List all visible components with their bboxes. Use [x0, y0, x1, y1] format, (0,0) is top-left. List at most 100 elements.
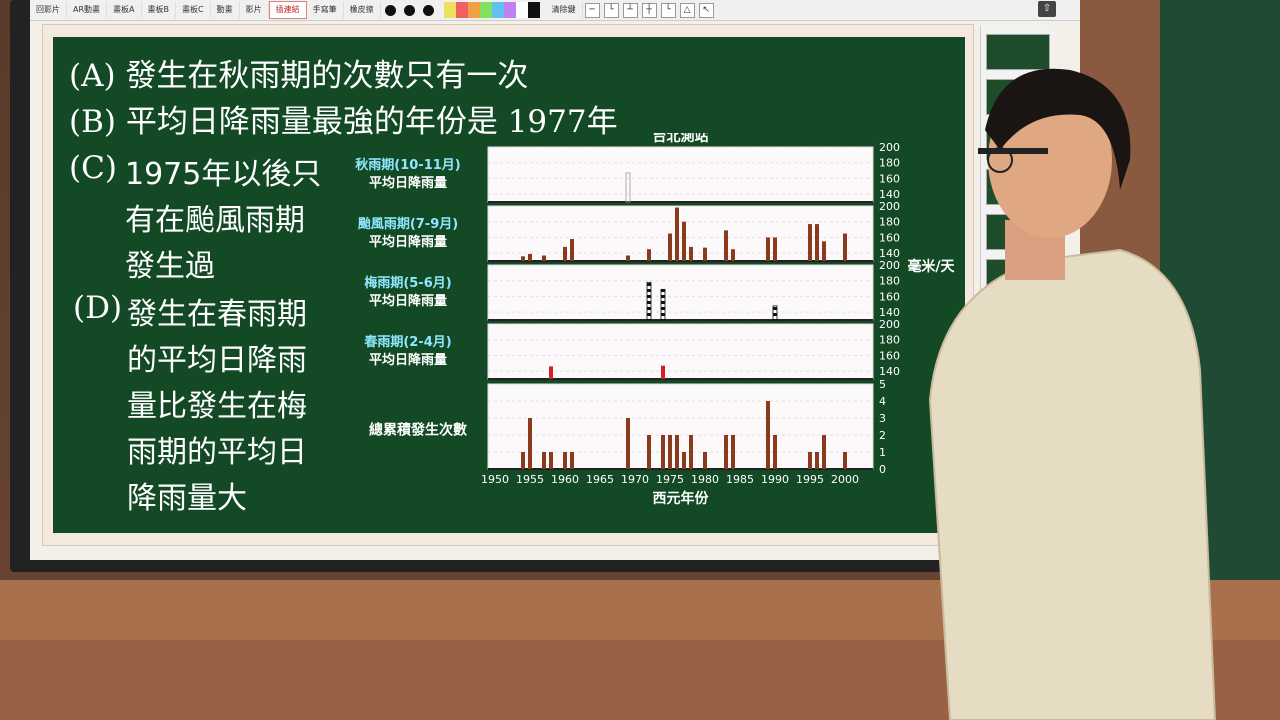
chart-title: 台北測站	[653, 133, 709, 145]
bar	[563, 452, 567, 469]
bar	[521, 452, 525, 469]
bar	[724, 435, 728, 469]
toolbar-btn-7[interactable]: 插連結	[268, 1, 307, 19]
bar	[528, 418, 532, 469]
x-tick-label: 1965	[586, 473, 614, 486]
panel-label: 梅雨期(5-6月)	[364, 275, 451, 291]
option-d-label: (D)	[73, 290, 123, 326]
y-tick-label: 5	[879, 378, 886, 391]
option-c-line-1: 1975年以後只	[125, 157, 322, 192]
bar	[675, 207, 679, 261]
bar	[647, 435, 651, 469]
color-palette[interactable]	[443, 2, 540, 18]
bar	[772, 305, 778, 321]
bar	[766, 237, 770, 261]
panel-sublabel: 平均日降雨量	[369, 293, 447, 309]
y-tick-label: 1	[879, 446, 886, 459]
bar	[682, 221, 686, 261]
cross-tool-icon[interactable]: ┼	[641, 2, 657, 18]
triangle-tool-icon[interactable]: △	[679, 2, 695, 18]
toolbar-btn-0[interactable]: 回影片	[30, 2, 67, 18]
toolbar-btn-10[interactable]: 清除鍵	[546, 2, 583, 18]
corner-tool-icon[interactable]: └	[660, 2, 676, 18]
panel-sublabel: 平均日降雨量	[369, 234, 447, 250]
option-d-line-2: 的平均日降雨	[127, 343, 307, 378]
bar	[542, 452, 546, 469]
x-tick-label: 1985	[726, 473, 754, 486]
option-a: (A) 發生在秋雨期的次數只有一次	[69, 57, 528, 95]
x-tick-label: 1960	[551, 473, 579, 486]
panel-label: 春雨期(2-4月)	[363, 334, 451, 350]
bar	[808, 224, 812, 261]
y-tick-label: 4	[879, 395, 886, 408]
bar	[647, 249, 651, 261]
bar	[843, 233, 847, 261]
bar	[703, 452, 707, 469]
pen-size-large-icon[interactable]	[422, 4, 434, 16]
x-tick-label: 2000	[831, 473, 859, 486]
bar	[528, 253, 532, 261]
axis-tool-icon[interactable]: ┴	[622, 2, 638, 18]
bar	[661, 365, 665, 379]
bar	[689, 246, 693, 261]
panel-sublabel: 平均日降雨量	[369, 175, 447, 191]
bar	[570, 452, 574, 469]
bar	[815, 452, 819, 469]
x-axis-label: 西元年份	[653, 490, 710, 507]
x-tick-label: 1955	[516, 473, 544, 486]
y-tick-label: 2	[879, 429, 886, 442]
x-tick-label: 1950	[481, 473, 509, 486]
bar	[773, 237, 777, 261]
pointer-tool-icon[interactable]: ↖	[698, 2, 714, 18]
y-tick-label: 3	[879, 412, 886, 425]
bar	[773, 435, 777, 469]
x-tick-label: 1990	[761, 473, 789, 486]
bar	[570, 239, 574, 261]
bar	[668, 233, 672, 261]
panel-sublabel: 平均日降雨量	[369, 352, 447, 368]
bar	[646, 281, 652, 321]
upload-icon[interactable]: ⇧	[1038, 1, 1056, 17]
toolbar-btn-1[interactable]: AR動畫	[67, 2, 108, 18]
panel-label: 颱風雨期(7-9月)	[358, 217, 458, 232]
option-d-line-5: 降雨量大	[127, 481, 247, 516]
x-tick-label: 1975	[656, 473, 684, 486]
option-c-line-2: 有在颱風雨期	[125, 203, 305, 238]
x-tick-label: 1980	[691, 473, 719, 486]
toolbar-btn-8[interactable]: 手寫筆	[307, 2, 344, 18]
toolbar-btn-5[interactable]: 動畫	[211, 2, 240, 18]
x-tick-label: 1970	[621, 473, 649, 486]
toolbar: 回影片 AR動畫 畫板A 畫板B 畫板C 動畫 影片 插連結 手寫筆 橡皮擦 清…	[30, 0, 1080, 21]
option-a-text: 發生在秋雨期的次數只有一次	[125, 58, 529, 94]
toolbar-btn-9[interactable]: 橡皮擦	[344, 2, 381, 18]
toolbar-btn-2[interactable]: 畫板A	[107, 2, 142, 18]
bar	[815, 224, 819, 261]
toolbar-btn-6[interactable]: 影片	[240, 2, 269, 18]
option-d-line-1: 發生在春雨期	[127, 297, 307, 332]
option-d-line-4: 雨期的平均日	[127, 435, 307, 470]
toolbar-btn-3[interactable]: 畫板B	[142, 2, 177, 18]
bar	[731, 435, 735, 469]
bar	[703, 247, 707, 261]
option-a-label: (A)	[69, 58, 116, 94]
pen-size-small-icon[interactable]	[384, 4, 396, 16]
teacher-figure	[928, 68, 1217, 720]
bar	[549, 366, 553, 379]
option-d-line-3: 量比發生在梅	[127, 389, 307, 424]
x-tick-label: 1995	[796, 473, 824, 486]
panel-label: 總累積發生次數	[369, 422, 467, 439]
pen-size-medium-icon[interactable]	[403, 4, 415, 16]
option-c-label: (C)	[69, 150, 117, 186]
bar	[808, 452, 812, 469]
option-b-label: (B)	[69, 104, 116, 140]
line-tool-icon[interactable]: ─	[584, 2, 600, 18]
bar	[822, 241, 826, 261]
bar	[542, 255, 546, 261]
bar	[675, 435, 679, 469]
toolbar-btn-4[interactable]: 畫板C	[176, 2, 211, 18]
bar	[724, 230, 728, 261]
panel-label: 秋雨期(10-11月)	[355, 157, 460, 173]
bar	[660, 288, 666, 321]
bar	[843, 452, 847, 469]
angle-tool-icon[interactable]: └	[603, 2, 619, 18]
